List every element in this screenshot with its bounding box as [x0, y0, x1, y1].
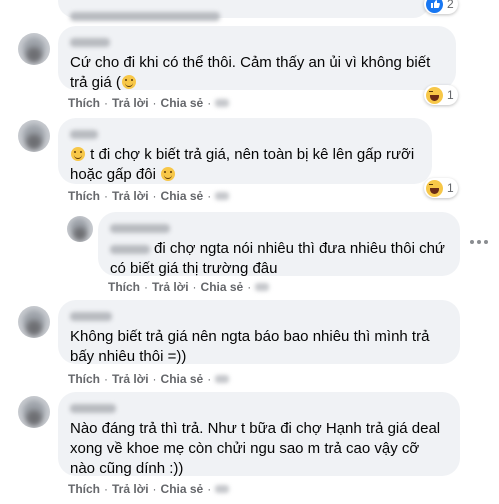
comment-actions: Thích · Trả lời · Chia sẻ ·: [108, 280, 270, 294]
comment-actions: Thích · Trả lời · Chia sẻ ·: [68, 372, 230, 386]
comment-text: Nào đáng trả thì trả. Như t bữa đi chợ H…: [70, 420, 441, 477]
comment-author[interactable]: [70, 400, 448, 416]
comment-author[interactable]: [70, 126, 420, 142]
share-action[interactable]: Chia sẻ: [161, 372, 204, 386]
avatar[interactable]: [18, 396, 50, 428]
comment-author[interactable]: [70, 34, 444, 50]
like-action[interactable]: Thích: [68, 372, 100, 386]
timestamp[interactable]: [215, 482, 230, 496]
comment-author[interactable]: [70, 8, 418, 24]
reaction-summary[interactable]: 1: [424, 178, 458, 198]
comment-bubble: Cứ cho đi khi có thể thôi. Cảm thấy an ủ…: [58, 26, 456, 91]
like-action[interactable]: Thích: [68, 189, 100, 203]
timestamp[interactable]: [215, 372, 230, 386]
comment-text: đi chợ ngta nói nhiêu thì đưa nhiêu thôi…: [110, 240, 445, 277]
smile-emoji: [161, 167, 176, 181]
comment-author[interactable]: [110, 220, 448, 236]
reply-action[interactable]: Trả lời: [112, 189, 149, 203]
smile-emoji: [71, 147, 85, 161]
reply-action[interactable]: Trả lời: [112, 96, 149, 110]
comment-bubble: Không biết trả giá nên ngta báo bao nhiê…: [58, 300, 460, 365]
haha-icon: [426, 86, 443, 104]
haha-icon: [426, 179, 443, 197]
share-action[interactable]: Chia sẻ: [161, 482, 204, 496]
timestamp[interactable]: [215, 96, 230, 110]
like-action[interactable]: Thích: [108, 280, 140, 294]
reply-action[interactable]: Trả lời: [152, 280, 189, 294]
reaction-summary[interactable]: 1: [424, 85, 458, 105]
like-icon: [426, 0, 443, 13]
comment-bubble-top: [58, 0, 430, 21]
reaction-count: 2: [447, 0, 454, 11]
more-options-icon[interactable]: [470, 240, 488, 244]
reply-bubble: đi chợ ngta nói nhiêu thì đưa nhiêu thôi…: [98, 212, 460, 277]
comment-text: t đi chợ k biết trả giá, nên toàn bị kê …: [70, 146, 415, 183]
comment-actions: Thích · Trả lời · Chia sẻ ·: [68, 189, 230, 203]
comment-actions: Thích · Trả lời · Chia sẻ ·: [68, 96, 230, 110]
comment-text: Cứ cho đi khi có thể thôi. Cảm thấy an ủ…: [70, 54, 431, 91]
comment-bubble: t đi chợ k biết trả giá, nên toàn bị kê …: [58, 118, 432, 184]
share-action[interactable]: Chia sẻ: [161, 96, 204, 110]
share-action[interactable]: Chia sẻ: [201, 280, 244, 294]
smile-emoji: [121, 75, 136, 89]
avatar[interactable]: [18, 306, 50, 338]
share-action[interactable]: Chia sẻ: [161, 189, 204, 203]
comment-bubble: Nào đáng trả thì trả. Như t bữa đi chợ H…: [58, 392, 460, 477]
timestamp[interactable]: [255, 280, 270, 294]
comment-actions: Thích · Trả lời · Chia sẻ ·: [68, 482, 230, 496]
comment-author[interactable]: [70, 308, 448, 324]
reaction-count: 1: [447, 181, 454, 195]
comment-text: Không biết trả giá nên ngta báo bao nhiê…: [70, 328, 430, 365]
timestamp[interactable]: [215, 189, 230, 203]
avatar[interactable]: [18, 120, 50, 152]
avatar[interactable]: [18, 33, 50, 65]
like-action[interactable]: Thích: [68, 482, 100, 496]
reply-action[interactable]: Trả lời: [112, 482, 149, 496]
reaction-summary[interactable]: 2: [424, 0, 458, 14]
like-action[interactable]: Thích: [68, 96, 100, 110]
reply-action[interactable]: Trả lời: [112, 372, 149, 386]
avatar[interactable]: [67, 216, 93, 242]
reaction-count: 1: [447, 88, 454, 102]
